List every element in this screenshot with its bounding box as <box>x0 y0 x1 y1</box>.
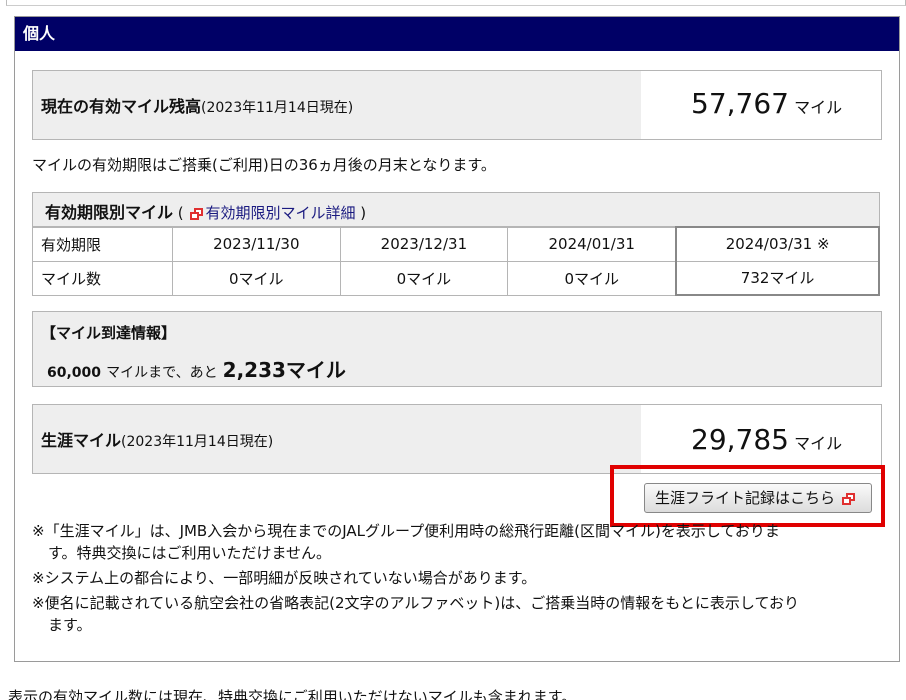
lifetime-miles-label: 生涯マイル <box>41 431 122 450</box>
expiry-miles-1: 0マイル <box>172 260 341 296</box>
section-header: 個人 <box>15 17 899 51</box>
expiry-miles-4: 732マイル <box>675 260 880 296</box>
valid-miles-date: (2023年11月14日現在) <box>201 100 354 116</box>
row-label-expiry: 有効期限 <box>32 226 173 262</box>
arrival-target: 60,000 <box>47 365 102 381</box>
expiry-table-title: 有効期限別マイル <box>45 203 174 222</box>
expiry-date-1: 2023/11/30 <box>172 226 341 262</box>
lifetime-miles-value-cell: 29,785 マイル <box>641 405 881 473</box>
note-line: ※システム上の都合により、一部明細が反映されていない場合があります。 <box>32 569 537 587</box>
lifetime-miles-date: (2023年11月14日現在) <box>121 434 274 450</box>
arrival-info-box: 【マイル到達情報】 60,000 マイルまで、あと 2,233マイル <box>32 311 882 387</box>
notes-block: ※「生涯マイル」は、JMB入会から現在までのJALグループ便利用時の総飛行距離(… <box>32 520 892 636</box>
arrival-remaining: 2,233マイル <box>222 358 346 382</box>
row-label-miles: マイル数 <box>32 260 173 296</box>
expiry-table-header: 有効期限別マイル ( 有効期限別マイル詳細 ) <box>32 192 880 227</box>
expiry-date-2: 2023/12/31 <box>339 226 509 262</box>
valid-miles-value-cell: 57,767 マイル <box>641 71 881 139</box>
top-border <box>6 0 906 6</box>
expiry-date-4: 2024/03/31 ※ <box>675 226 880 262</box>
valid-miles-value: 57,767 <box>691 87 789 120</box>
note-line: す。特典交換にはご利用いただけません。 <box>48 544 332 562</box>
expiry-table: 有効期限 2023/11/30 2023/12/31 2024/01/31 20… <box>32 226 880 296</box>
lifetime-button-label: 生涯フライト記録はこちら <box>655 489 836 507</box>
table-row: 有効期限 2023/11/30 2023/12/31 2024/01/31 20… <box>32 226 880 262</box>
arrival-info-title: 【マイル到達情報】 <box>41 324 177 342</box>
external-link-icon <box>190 207 204 220</box>
lifetime-flight-record-button[interactable]: 生涯フライト記録はこちら <box>644 483 872 513</box>
expiry-detail-link[interactable]: 有効期限別マイル詳細 <box>205 204 355 222</box>
lifetime-miles-box: 生涯マイル(2023年11月14日現在) 29,785 マイル <box>32 404 882 474</box>
footer-text: 表示の有効マイル数には現在、特典交換にご利用いただけないマイルも含まれます。 <box>8 688 577 700</box>
note-line: ※「生涯マイル」は、JMB入会から現在までのJALグループ便利用時の総飛行距離(… <box>32 522 780 540</box>
expiry-miles-3: 0マイル <box>507 260 677 296</box>
expiry-miles-2: 0マイル <box>339 260 509 296</box>
note-line: ※便名に記載されている航空会社の省略表記(2文字のアルファベット)は、ご搭乗当時… <box>32 594 800 612</box>
expiry-note: マイルの有効期限はご搭乗(ご利用)日の36ヵ月後の月末となります。 <box>32 156 496 174</box>
valid-miles-box: 現在の有効マイル残高(2023年11月14日現在) 57,767 マイル <box>32 70 882 140</box>
valid-miles-label: 現在の有効マイル残高 <box>41 97 202 116</box>
paren-close: ) <box>360 204 367 222</box>
arrival-text: マイルまで、あと <box>106 365 218 381</box>
note-line: ます。 <box>48 616 92 634</box>
table-row: マイル数 0マイル 0マイル 0マイル 732マイル <box>32 260 880 296</box>
lifetime-miles-unit: マイル <box>794 434 843 453</box>
expiry-date-3: 2024/01/31 <box>507 226 677 262</box>
valid-miles-unit: マイル <box>794 98 843 117</box>
external-link-icon <box>841 492 855 505</box>
lifetime-miles-value: 29,785 <box>691 423 789 456</box>
paren-open: ( <box>177 204 184 222</box>
